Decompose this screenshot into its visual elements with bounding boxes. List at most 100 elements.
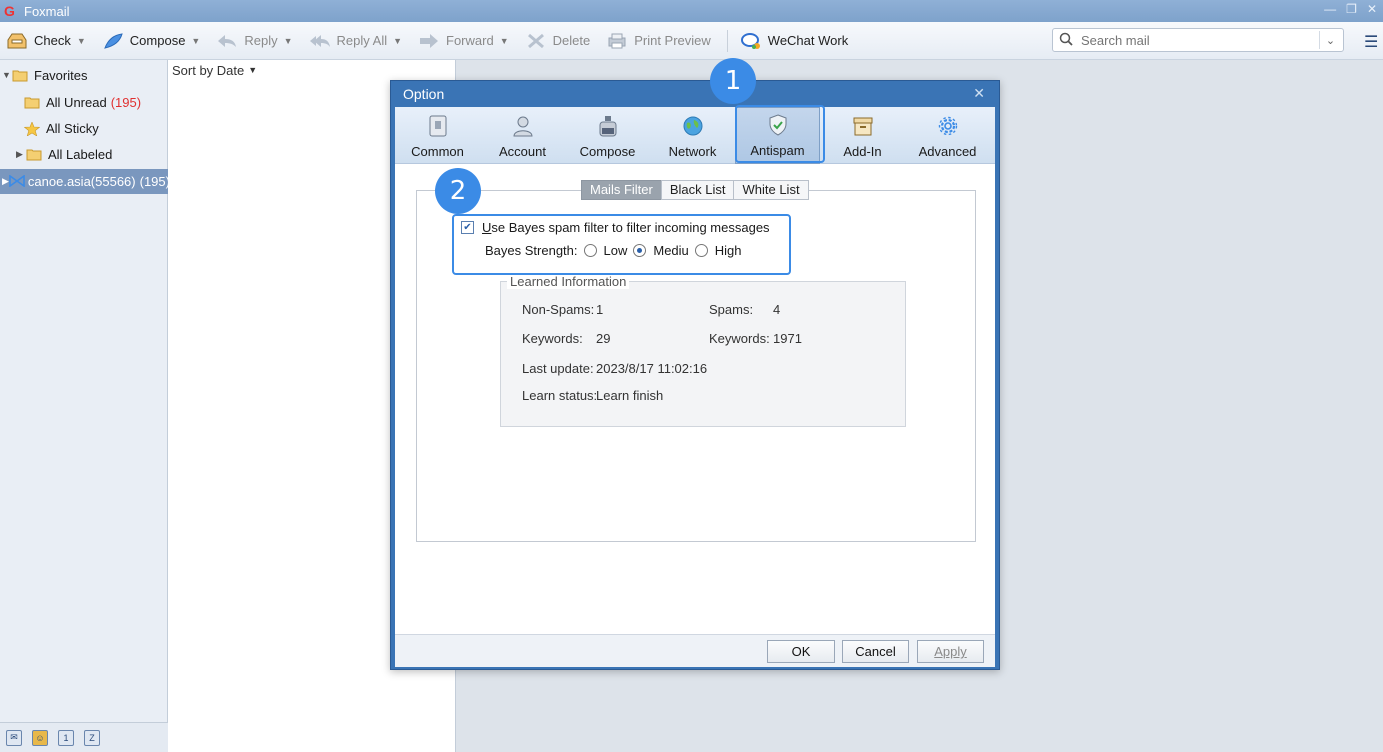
account-unread-count: (195): [139, 174, 170, 189]
antispam-highlight-box: [735, 105, 825, 163]
main-toolbar: Check ▼ Compose ▼ Reply ▼ Reply All ▼ Fo…: [0, 22, 1383, 60]
calendar-icon[interactable]: 1: [58, 729, 74, 746]
archive-box-icon: [852, 115, 874, 137]
expand-right-arrow-icon[interactable]: ▶: [2, 176, 9, 187]
reply-all-label: Reply All: [336, 33, 388, 48]
gear-icon: [937, 115, 959, 137]
main-menu-icon[interactable]: ☰: [1364, 32, 1378, 52]
sidebar-bottom-bar: ✉ ☺ 1 Z: [0, 722, 168, 752]
tab-common[interactable]: Common: [395, 107, 480, 164]
callout-badge-1: 1: [710, 58, 756, 104]
check-label: Check: [34, 33, 71, 48]
wechat-work-label: WeChat Work: [767, 33, 849, 48]
dialog-inner: Common Account Compose Network Antispam …: [395, 107, 995, 667]
check-button[interactable]: Check ▼: [0, 26, 92, 56]
tab-compose[interactable]: Compose: [565, 107, 650, 164]
cancel-button[interactable]: Cancel: [842, 640, 909, 663]
dialog-title: Option: [403, 86, 445, 102]
sidebar-item-all-sticky[interactable]: All Sticky: [0, 116, 168, 140]
chevron-down-icon[interactable]: ▼: [77, 36, 86, 46]
sort-label: Sort by Date: [172, 62, 245, 78]
foxmail-logo-icon: G: [4, 3, 15, 19]
subtab-mails-filter[interactable]: Mails Filter: [581, 180, 662, 200]
tab-common-label: Common: [411, 144, 464, 159]
compose-label: Compose: [129, 33, 186, 48]
expand-down-arrow-icon[interactable]: ▼: [2, 70, 12, 80]
all-labeled-label: All Labeled: [48, 146, 113, 162]
reply-button[interactable]: Reply ▼: [210, 26, 298, 56]
sidebar-item-all-labeled[interactable]: ▶ All Labeled: [0, 142, 168, 166]
printer-icon: [606, 32, 628, 50]
chevron-down-icon[interactable]: ▼: [248, 65, 257, 75]
folder-icon: [24, 96, 40, 109]
inbox-tray-icon: [6, 32, 28, 50]
last-update-value: 2023/8/17 11:02:16: [596, 361, 708, 376]
expand-right-arrow-icon[interactable]: ▶: [16, 149, 26, 160]
chevron-down-icon[interactable]: ▼: [393, 36, 402, 46]
chevron-down-icon[interactable]: ▼: [191, 36, 200, 46]
close-window-icon[interactable]: ✕: [1367, 2, 1377, 16]
tab-add-in[interactable]: Add-In: [820, 107, 905, 164]
title-bar: G Foxmail — ❐ ✕: [0, 0, 1383, 22]
wechat-work-button[interactable]: WeChat Work: [734, 26, 854, 56]
dialog-close-icon[interactable]: ✕: [973, 85, 985, 102]
spams-value: 4: [773, 302, 781, 317]
tab-account[interactable]: Account: [480, 107, 565, 164]
delete-label: Delete: [552, 33, 591, 48]
tab-network[interactable]: Network: [650, 107, 735, 164]
common-settings-icon: [427, 115, 449, 137]
delete-x-icon: [525, 32, 547, 50]
sidebar-item-account[interactable]: ▶ canoe.asia(55566) (195): [0, 169, 170, 194]
learn-status-value: Learn finish: [596, 388, 664, 403]
forward-arrow-icon: [418, 32, 440, 50]
non-spams-label: Non-Spams:: [522, 302, 595, 317]
folder-sidebar: ▼ Favorites All Unread (195) All Sticky …: [0, 60, 170, 752]
learn-status-label: Learn status:: [522, 388, 598, 403]
wechat-work-icon: [740, 32, 762, 50]
globe-icon: [682, 115, 704, 137]
ok-button[interactable]: OK: [767, 640, 835, 663]
tab-account-label: Account: [499, 144, 546, 159]
sort-dropdown[interactable]: Sort by Date ▼: [168, 60, 455, 80]
print-preview-button[interactable]: Print Preview: [600, 26, 717, 56]
antispam-subtabs: Mails Filter Black List White List: [581, 180, 809, 200]
tab-advanced-label: Advanced: [918, 144, 977, 159]
window-title: Foxmail: [24, 3, 70, 19]
account-bowtie-icon: [9, 174, 25, 188]
reply-label: Reply: [244, 33, 278, 48]
tab-add-in-label: Add-In: [843, 144, 882, 159]
print-preview-label: Print Preview: [634, 33, 711, 48]
reply-all-button[interactable]: Reply All ▼: [303, 26, 409, 56]
account-label: canoe.asia(55566): [27, 174, 136, 189]
delete-button[interactable]: Delete: [519, 26, 597, 56]
learned-information-group: Learned Information Non-Spams: 1 Spams: …: [500, 274, 906, 427]
search-input[interactable]: [1077, 32, 1319, 48]
minimize-icon[interactable]: —: [1324, 2, 1336, 16]
learned-information-title: Learned Information: [507, 274, 630, 289]
notes-icon[interactable]: Z: [84, 729, 100, 746]
reply-arrow-icon: [216, 32, 238, 50]
subtab-white-list[interactable]: White List: [733, 180, 809, 200]
search-icon: [1059, 32, 1077, 49]
chevron-down-icon[interactable]: ▼: [284, 36, 293, 46]
forward-button[interactable]: Forward ▼: [412, 26, 515, 56]
sidebar-item-favorites[interactable]: ▼ Favorites: [0, 63, 168, 87]
search-box[interactable]: ⌄: [1052, 28, 1344, 52]
non-spams-value: 1: [596, 302, 604, 317]
compose-button[interactable]: Compose ▼: [96, 26, 207, 56]
restore-icon[interactable]: ❐: [1346, 2, 1357, 16]
option-dialog: Option ✕ Common Account Compose Network …: [390, 80, 1000, 670]
reply-all-arrow-icon: [309, 32, 331, 50]
mail-view-icon[interactable]: ✉: [6, 729, 22, 746]
chevron-down-icon[interactable]: ▼: [500, 36, 509, 46]
search-options-chevron-icon[interactable]: ⌄: [1319, 31, 1341, 49]
contacts-icon[interactable]: ☺: [32, 729, 48, 746]
non-spam-keywords-value: 29: [596, 331, 611, 346]
apply-button[interactable]: Apply: [917, 640, 984, 663]
user-icon: [512, 115, 534, 137]
tab-network-label: Network: [668, 144, 717, 159]
subtab-black-list[interactable]: Black List: [660, 180, 735, 200]
folder-icon: [12, 69, 28, 82]
sidebar-item-all-unread[interactable]: All Unread (195): [0, 90, 168, 114]
tab-advanced[interactable]: Advanced: [905, 107, 990, 164]
